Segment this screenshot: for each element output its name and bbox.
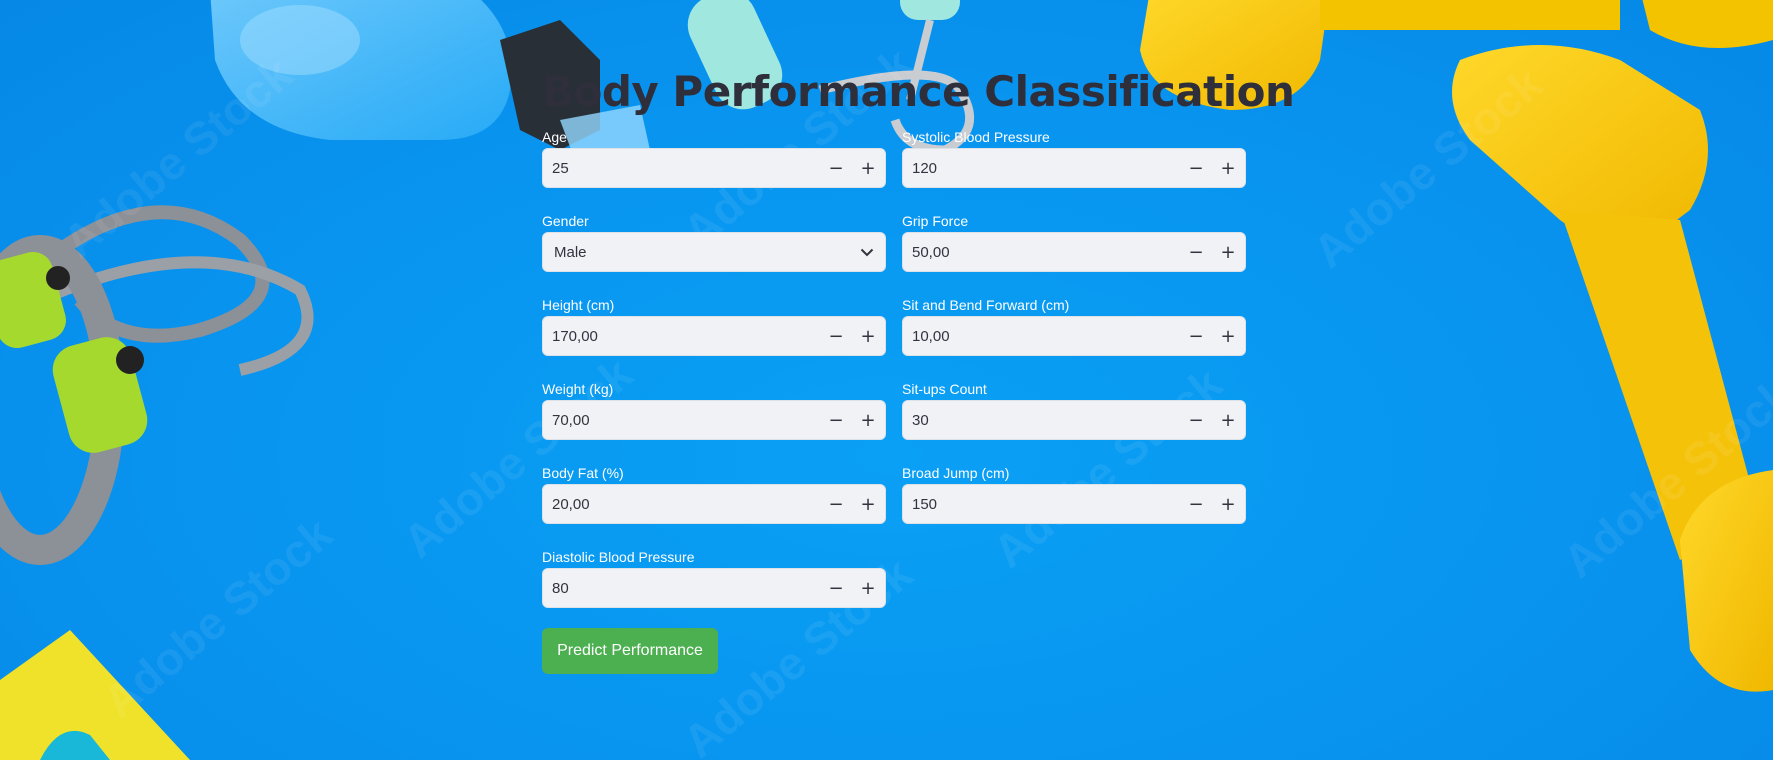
gender-label: Gender <box>542 213 589 229</box>
svg-text:Adobe Stock: Adobe Stock <box>53 47 302 268</box>
grip-force-label: Grip Force <box>902 213 969 229</box>
situps-stepper: − + <box>902 400 1246 440</box>
height-decrement-button[interactable]: − <box>820 317 852 355</box>
systolic-input[interactable] <box>903 149 1180 187</box>
grip-force-field: Grip Force − + <box>902 208 1246 292</box>
height-field: Height (cm) − + <box>542 292 886 376</box>
weight-field: Weight (kg) − + <box>542 376 886 460</box>
systolic-label: Systolic Blood Pressure <box>902 129 1050 145</box>
body-fat-decrement-button[interactable]: − <box>820 485 852 523</box>
weight-input[interactable] <box>543 401 820 439</box>
weight-decrement-button[interactable]: − <box>820 401 852 439</box>
weight-label: Weight (kg) <box>542 381 614 397</box>
systolic-stepper: − + <box>902 148 1246 188</box>
height-increment-button[interactable]: + <box>852 317 884 355</box>
height-stepper: − + <box>542 316 886 356</box>
age-increment-button[interactable]: + <box>852 149 884 187</box>
diastolic-input[interactable] <box>543 569 820 607</box>
diastolic-label: Diastolic Blood Pressure <box>542 549 695 565</box>
svg-text:Adobe Stock: Adobe Stock <box>93 507 342 728</box>
chevron-down-icon <box>849 233 885 271</box>
sit-bend-label: Sit and Bend Forward (cm) <box>902 297 1070 313</box>
input-form: Age − + Systolic Blood Pressure − + Gend… <box>542 124 1246 628</box>
age-decrement-button[interactable]: − <box>820 149 852 187</box>
situps-input[interactable] <box>903 401 1180 439</box>
broad-jump-stepper: − + <box>902 484 1246 524</box>
grip-force-stepper: − + <box>902 232 1246 272</box>
broad-jump-increment-button[interactable]: + <box>1212 485 1244 523</box>
broad-jump-field: Broad Jump (cm) − + <box>902 460 1246 544</box>
diastolic-decrement-button[interactable]: − <box>820 569 852 607</box>
gender-field: Gender Male <box>542 208 886 292</box>
age-field: Age − + <box>542 124 886 208</box>
sit-bend-increment-button[interactable]: + <box>1212 317 1244 355</box>
diastolic-increment-button[interactable]: + <box>852 569 884 607</box>
broad-jump-decrement-button[interactable]: − <box>1180 485 1212 523</box>
systolic-field: Systolic Blood Pressure − + <box>902 124 1246 208</box>
systolic-increment-button[interactable]: + <box>1212 149 1244 187</box>
weight-stepper: − + <box>542 400 886 440</box>
sit-bend-decrement-button[interactable]: − <box>1180 317 1212 355</box>
main-container: Body Performance Classification Age − + … <box>542 64 1295 674</box>
grip-force-input[interactable] <box>903 233 1180 271</box>
situps-decrement-button[interactable]: − <box>1180 401 1212 439</box>
sit-bend-stepper: − + <box>902 316 1246 356</box>
sit-bend-input[interactable] <box>903 317 1180 355</box>
jump-rope-icon <box>0 205 314 565</box>
submit-row: Predict Performance <box>542 628 1246 674</box>
broad-jump-label: Broad Jump (cm) <box>902 465 1010 481</box>
age-label: Age <box>542 129 567 145</box>
body-fat-stepper: − + <box>542 484 886 524</box>
broad-jump-input[interactable] <box>903 485 1180 523</box>
situps-label: Sit-ups Count <box>902 381 987 397</box>
predict-performance-button[interactable]: Predict Performance <box>542 628 718 674</box>
grip-force-increment-button[interactable]: + <box>1212 233 1244 271</box>
age-stepper: − + <box>542 148 886 188</box>
height-input[interactable] <box>543 317 820 355</box>
diastolic-stepper: − + <box>542 568 886 608</box>
gender-select[interactable]: Male <box>542 232 886 272</box>
body-fat-increment-button[interactable]: + <box>852 485 884 523</box>
diastolic-field: Diastolic Blood Pressure − + <box>542 544 886 628</box>
gender-selected-value: Male <box>554 243 587 261</box>
body-fat-label: Body Fat (%) <box>542 465 624 481</box>
body-fat-field: Body Fat (%) − + <box>542 460 886 544</box>
body-fat-input[interactable] <box>543 485 820 523</box>
systolic-decrement-button[interactable]: − <box>1180 149 1212 187</box>
situps-field: Sit-ups Count − + <box>902 376 1246 460</box>
height-label: Height (cm) <box>542 297 615 313</box>
age-input[interactable] <box>543 149 820 187</box>
weight-increment-button[interactable]: + <box>852 401 884 439</box>
page-title: Body Performance Classification <box>542 67 1295 116</box>
empty-cell <box>902 544 1246 628</box>
grip-force-decrement-button[interactable]: − <box>1180 233 1212 271</box>
situps-increment-button[interactable]: + <box>1212 401 1244 439</box>
sit-bend-field: Sit and Bend Forward (cm) − + <box>902 292 1246 376</box>
